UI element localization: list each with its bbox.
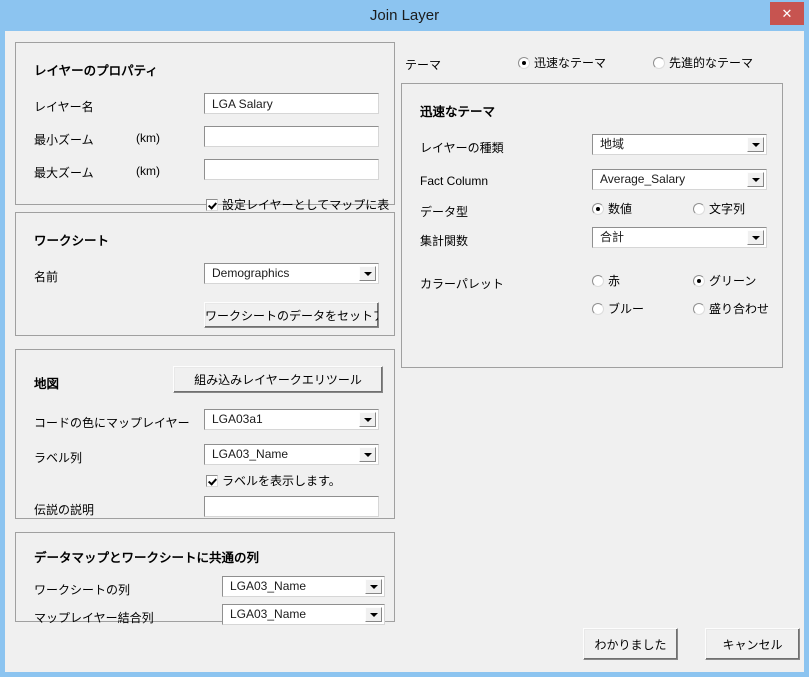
- ok-button[interactable]: わかりました: [583, 628, 678, 660]
- radio-palette-green-label: グリーン: [709, 274, 757, 288]
- radio-quick-theme[interactable]: 迅速なテーマ: [518, 56, 606, 70]
- color-palette-label: カラーパレット: [420, 277, 504, 291]
- layer-name-label: レイヤー名: [34, 100, 94, 114]
- layer-type-value: 地域: [600, 137, 625, 151]
- radio-circle-icon: [592, 303, 604, 315]
- worksheet-name-value: Demographics: [212, 266, 290, 280]
- radio-data-type-numeric-label: 数値: [608, 202, 633, 216]
- show-labels-label: ラベルを表示します。: [222, 474, 341, 488]
- layer-properties-group: レイヤーのプロパティ レイヤー名 最小ズーム (km) 最大ズーム (km) 設…: [15, 42, 395, 212]
- map-layer-join-column-value: LGA03_Name: [230, 607, 307, 621]
- common-columns-group: データマップとワークシートに共通の列 ワークシートの列 LGA03_Name マ…: [15, 532, 395, 625]
- radio-palette-mixed[interactable]: 盛り合わせ: [693, 302, 769, 316]
- radio-data-type-numeric[interactable]: 数値: [592, 202, 632, 216]
- worksheet-name-label: 名前: [34, 270, 59, 284]
- max-zoom-input[interactable]: [204, 159, 379, 180]
- label-column-value: LGA03_Name: [212, 447, 289, 461]
- radio-advanced-theme[interactable]: 先進的なテーマ: [653, 56, 753, 70]
- checkmark-icon: [206, 475, 218, 487]
- map-group: 地図 組み込みレイヤークエリツール コードの色にマップレイヤー LGA03a1 …: [15, 349, 395, 519]
- worksheet-column-dropdown[interactable]: LGA03_Name: [222, 576, 385, 597]
- legend-description-label: 伝説の説明: [34, 503, 95, 517]
- fact-column-value: Average_Salary: [600, 172, 686, 186]
- aggregate-function-label: 集計関数: [420, 234, 469, 248]
- setup-worksheet-data-button[interactable]: ワークシートのデータをセットアップしま: [204, 302, 379, 328]
- dialog-client-area: レイヤーのプロパティ レイヤー名 最小ズーム (km) 最大ズーム (km) 設…: [5, 31, 804, 672]
- data-type-label: データ型: [420, 205, 469, 219]
- chevron-down-icon[interactable]: [359, 266, 376, 281]
- layer-type-label: レイヤーの種類: [420, 141, 504, 155]
- radio-palette-blue[interactable]: ブルー: [592, 302, 644, 316]
- radio-circle-icon: [693, 303, 705, 315]
- worksheet-name-dropdown[interactable]: Demographics: [204, 263, 379, 284]
- chevron-down-icon[interactable]: [359, 412, 376, 427]
- theme-label: テーマ: [405, 58, 442, 72]
- layer-type-dropdown[interactable]: 地域: [592, 134, 767, 155]
- legend-description-input[interactable]: [204, 496, 379, 517]
- fact-column-label: Fact Column: [420, 174, 489, 188]
- max-zoom-unit-label: (km): [136, 164, 160, 178]
- map-layer-join-column-dropdown[interactable]: LGA03_Name: [222, 604, 385, 625]
- color-code-layer-dropdown[interactable]: LGA03a1: [204, 409, 379, 430]
- min-zoom-input[interactable]: [204, 126, 379, 147]
- radio-advanced-theme-label: 先進的なテーマ: [669, 56, 754, 70]
- show-labels-checkbox[interactable]: ラベルを表示します。: [206, 474, 341, 488]
- worksheet-column-label: ワークシートの列: [34, 583, 131, 597]
- label-column-dropdown[interactable]: LGA03_Name: [204, 444, 379, 465]
- radio-palette-mixed-label: 盛り合わせ: [709, 302, 770, 316]
- cancel-button[interactable]: キャンセル: [705, 628, 800, 660]
- worksheet-column-value: LGA03_Name: [230, 579, 307, 593]
- chevron-down-icon[interactable]: [365, 607, 382, 622]
- radio-quick-theme-label: 迅速なテーマ: [534, 56, 607, 70]
- min-zoom-unit-label: (km): [136, 131, 160, 145]
- map-title: 地図: [34, 377, 60, 391]
- radio-circle-icon: [653, 57, 665, 69]
- radio-dot-icon: [518, 57, 530, 69]
- layer-name-input[interactable]: [204, 93, 379, 114]
- fact-column-dropdown[interactable]: Average_Salary: [592, 169, 767, 190]
- chevron-down-icon[interactable]: [747, 230, 764, 245]
- chevron-down-icon[interactable]: [747, 137, 764, 152]
- layer-properties-title: レイヤーのプロパティ: [34, 64, 158, 78]
- window-title: Join Layer: [369, 7, 440, 24]
- checkmark-icon: [206, 199, 218, 211]
- radio-palette-blue-label: ブルー: [608, 302, 645, 316]
- quick-theme-title: 迅速なテーマ: [420, 105, 496, 119]
- radio-palette-red-label: 赤: [608, 274, 621, 288]
- chevron-down-icon[interactable]: [359, 447, 376, 462]
- quick-theme-group: 迅速なテーマ レイヤーの種類 地域 Fact Column Average_Sa…: [401, 83, 783, 368]
- radio-circle-icon: [693, 203, 705, 215]
- radio-data-type-string[interactable]: 文字列: [693, 202, 745, 216]
- color-code-layer-label: コードの色にマップレイヤー: [34, 416, 190, 430]
- close-icon[interactable]: ✕: [770, 2, 804, 25]
- title-bar: Join Layer ✕: [0, 0, 809, 31]
- radio-circle-icon: [592, 275, 604, 287]
- show-as-config-layer-checkbox[interactable]: 設定レイヤーとしてマップに表: [206, 198, 389, 212]
- radio-dot-icon: [592, 203, 604, 215]
- builtin-layer-query-tool-button[interactable]: 組み込みレイヤークエリツール: [173, 366, 383, 393]
- worksheet-title: ワークシート: [34, 234, 110, 248]
- aggregate-function-value: 合計: [600, 230, 625, 244]
- show-as-config-layer-label: 設定レイヤーとしてマップに表: [222, 198, 390, 212]
- max-zoom-label: 最大ズーム: [34, 166, 94, 180]
- chevron-down-icon[interactable]: [365, 579, 382, 594]
- map-layer-join-column-label: マップレイヤー結合列: [34, 611, 154, 625]
- min-zoom-label: 最小ズーム: [34, 133, 94, 147]
- label-column-label: ラベル列: [34, 451, 83, 465]
- radio-palette-green[interactable]: グリーン: [693, 274, 756, 288]
- aggregate-function-dropdown[interactable]: 合計: [592, 227, 767, 248]
- color-code-layer-value: LGA03a1: [212, 412, 263, 426]
- chevron-down-icon[interactable]: [747, 172, 764, 187]
- radio-dot-icon: [693, 275, 705, 287]
- radio-palette-red[interactable]: 赤: [592, 274, 620, 288]
- join-layer-dialog: Join Layer ✕ レイヤーのプロパティ レイヤー名 最小ズーム (km)…: [0, 0, 809, 677]
- worksheet-group: ワークシート 名前 Demographics ワークシートのデータをセットアップ…: [15, 212, 395, 336]
- radio-data-type-string-label: 文字列: [709, 202, 746, 216]
- common-columns-title: データマップとワークシートに共通の列: [34, 551, 260, 565]
